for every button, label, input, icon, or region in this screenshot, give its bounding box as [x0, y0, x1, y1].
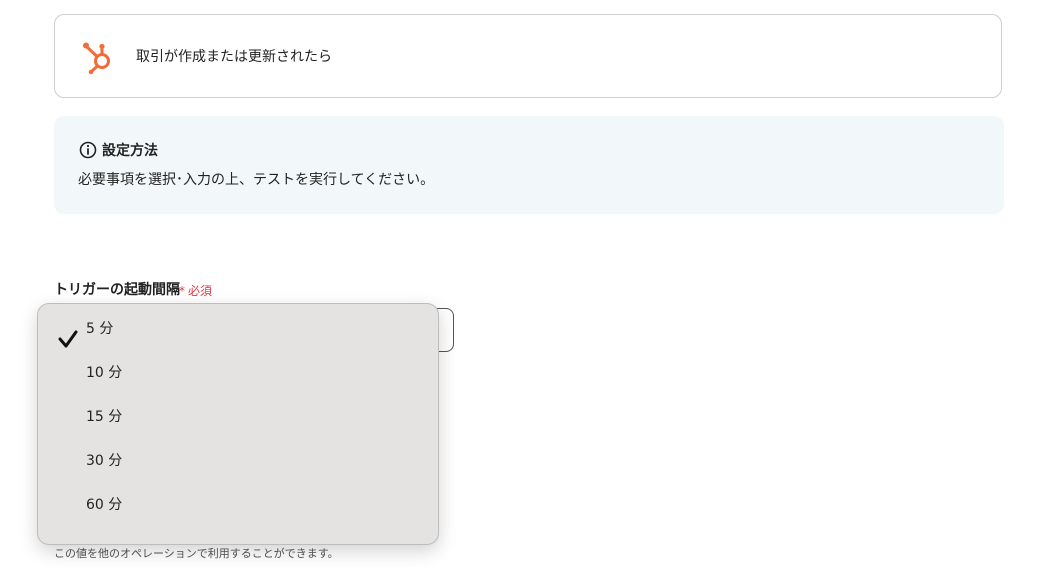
checkmark-icon: [58, 330, 78, 348]
option-label: 15 分: [86, 409, 123, 425]
option-label: 30 分: [86, 453, 123, 469]
helper-text: この値を他のオペレーションで利用することができます。: [54, 547, 339, 560]
option-label: 10 分: [86, 365, 123, 381]
required-label: 必須: [188, 284, 213, 298]
dropdown-option-30min[interactable]: 30 分: [38, 440, 438, 484]
dropdown-option-15min[interactable]: 15 分: [38, 396, 438, 440]
info-icon: [79, 141, 97, 159]
info-text: 必要事項を選択･入力の上、テストを実行してください。: [78, 172, 435, 188]
trigger-card[interactable]: 取引が作成または更新されたら: [54, 14, 1002, 98]
dropdown-option-5min[interactable]: 5 分: [38, 308, 438, 352]
option-label: 5 分: [86, 321, 114, 337]
required-badge: * 必須: [179, 283, 212, 299]
option-label: 60 分: [86, 497, 123, 513]
trigger-title: 取引が作成または更新されたら: [136, 49, 332, 65]
required-asterisk: *: [179, 284, 185, 298]
dropdown-option-60min[interactable]: 60 分: [38, 484, 438, 528]
field-label: トリガーの起動間隔: [54, 282, 180, 298]
hubspot-logo-icon: [83, 42, 110, 75]
setup-instructions: 設定方法 必要事項を選択･入力の上、テストを実行してください。: [54, 116, 1004, 214]
dropdown-option-10min[interactable]: 10 分: [38, 352, 438, 396]
interval-dropdown-menu: 5 分 10 分 15 分 30 分 60 分: [37, 303, 439, 545]
info-title: 設定方法: [102, 143, 158, 159]
